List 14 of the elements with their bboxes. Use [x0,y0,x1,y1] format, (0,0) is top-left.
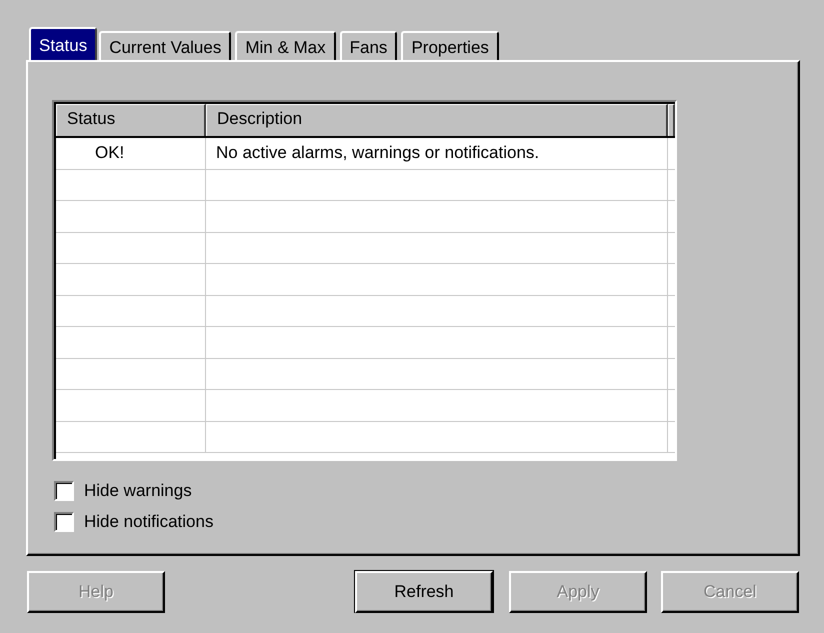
checkbox-label: Hide warnings [84,480,192,500]
checkbox[interactable] [54,480,74,500]
tab[interactable]: Status [29,27,98,60]
checkbox[interactable] [54,512,74,532]
tab[interactable]: Min & Max [235,31,336,60]
tab[interactable]: Fans [340,31,398,60]
table-cell: No active alarms, warnings or notifications. [206,138,668,168]
table-cell: OK! [56,138,206,168]
column-header[interactable]: Status [56,104,206,136]
tab[interactable]: Properties [401,31,499,60]
dialog-button[interactable]: Refresh [355,571,493,613]
checkbox-label: Hide notifications [84,512,214,532]
column-header[interactable]: Description [206,104,668,136]
tab[interactable]: Current Values [99,31,232,60]
